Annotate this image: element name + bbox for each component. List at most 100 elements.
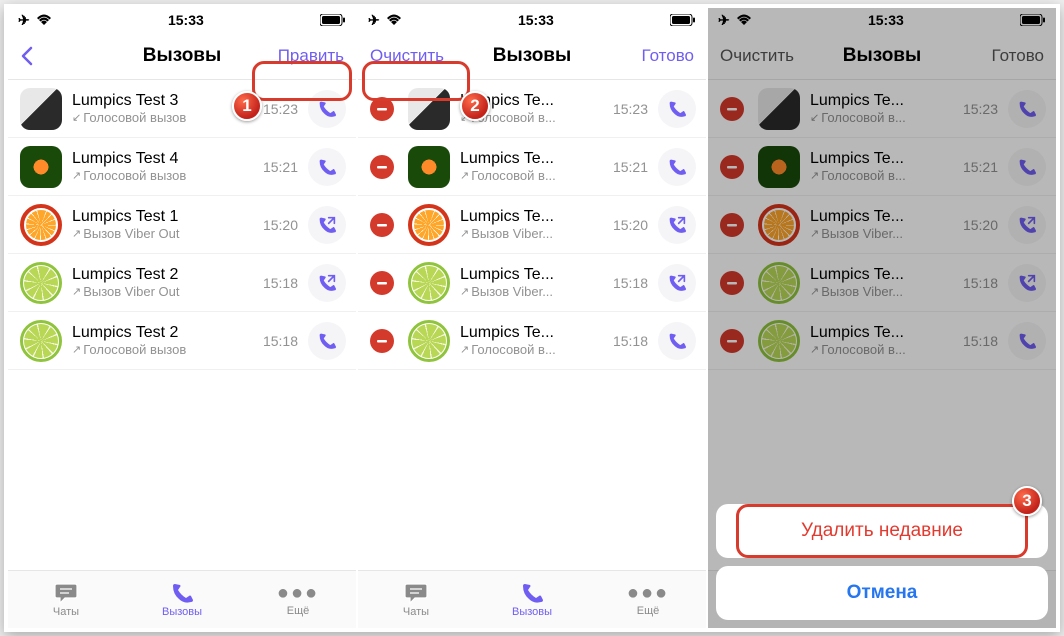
tab-label: Ещё [287,605,310,617]
clear-button[interactable]: Очистить [720,46,808,66]
call-time: 15:18 [613,333,648,349]
tab-label: Вызовы [162,606,202,618]
remove-icon[interactable] [720,329,744,353]
call-list[interactable]: Lumpics Te...↙ Голосовой в...15:23Lumpic… [358,80,706,570]
tab-more[interactable]: ●●● Ещё [240,571,356,628]
tab-chats[interactable]: Чаты [8,571,124,628]
tab-more[interactable]: ●●● Ещё [590,571,706,628]
call-button[interactable] [308,206,346,244]
phone-icon [171,582,193,604]
call-row[interactable]: Lumpics Te...↗ Вызов Viber...15:18 [358,254,706,312]
call-type: ↙ Голосовой вызов [72,110,253,125]
contact-name: Lumpics Te... [810,92,953,110]
call-row[interactable]: Lumpics Test 3↙ Голосовой вызов15:23 [8,80,356,138]
call-button[interactable] [1008,90,1046,128]
call-button[interactable] [1008,206,1046,244]
tab-calls[interactable]: Вызовы [124,571,240,628]
status-time: 15:33 [518,12,554,28]
call-button[interactable] [658,90,696,128]
call-row[interactable]: Lumpics Te...↙ Голосовой в...15:23 [358,80,706,138]
tab-calls[interactable]: Вызовы [474,571,590,628]
call-time: 15:20 [963,217,998,233]
call-row[interactable]: Lumpics Te...↗ Вызов Viber...15:20 [358,196,706,254]
call-button[interactable] [308,90,346,128]
remove-icon[interactable] [720,271,744,295]
call-button[interactable] [658,148,696,186]
edit-button[interactable]: Править [256,46,344,66]
call-button[interactable] [308,322,346,360]
phone-screen-3: ✈︎ 15:33 Очистить Вызовы Готово Lumpics … [708,8,1056,628]
nav-title: Вызовы [458,45,606,67]
contact-info: Lumpics Te...↙ Голосовой в... [810,92,953,125]
chevron-left-icon [20,46,36,66]
remove-icon[interactable] [370,213,394,237]
avatar [20,320,62,362]
call-row[interactable]: Lumpics Te...↗ Голосовой в...15:21 [708,138,1056,196]
call-time: 15:21 [963,159,998,175]
avatar [758,88,800,130]
call-row[interactable]: Lumpics Te...↗ Вызов Viber...15:20 [708,196,1056,254]
remove-icon[interactable] [370,155,394,179]
cancel-button[interactable]: Отмена [716,566,1048,620]
remove-icon[interactable] [720,155,744,179]
contact-info: Lumpics Te...↗ Вызов Viber... [460,208,603,241]
call-row[interactable]: Lumpics Te...↗ Вызов Viber...15:18 [708,254,1056,312]
call-row[interactable]: Lumpics Te...↗ Голосовой в...15:21 [358,138,706,196]
contact-info: Lumpics Te...↗ Голосовой в... [810,324,953,357]
call-button[interactable] [658,206,696,244]
battery-icon [1020,14,1046,26]
call-row[interactable]: Lumpics Test 1↗ Вызов Viber Out15:20 [8,196,356,254]
call-button[interactable] [658,264,696,302]
delete-recents-button[interactable]: Удалить недавние [716,504,1048,558]
chat-icon [404,582,428,604]
call-row[interactable]: Lumpics Te...↗ Голосовой в...15:18 [708,312,1056,370]
back-button[interactable] [20,46,108,66]
contact-name: Lumpics Test 4 [72,150,253,168]
tab-bar: Чаты Вызовы ●●● Ещё [358,570,706,628]
contact-info: Lumpics Te...↗ Голосовой в... [460,150,603,183]
remove-icon[interactable] [370,271,394,295]
call-row[interactable]: Lumpics Test 4↗ Голосовой вызов15:21 [8,138,356,196]
step-badge-1: 1 [232,91,262,121]
wifi-icon [36,14,52,26]
clear-button[interactable]: Очистить [370,46,458,66]
remove-icon[interactable] [720,213,744,237]
contact-info: Lumpics Test 4↗ Голосовой вызов [72,150,253,183]
remove-icon[interactable] [720,97,744,121]
contact-name: Lumpics Te... [460,266,603,284]
battery-icon [670,14,696,26]
contact-name: Lumpics Te... [810,208,953,226]
call-button[interactable] [1008,264,1046,302]
contact-name: Lumpics Te... [460,324,603,342]
done-button[interactable]: Готово [956,46,1044,66]
avatar [758,262,800,304]
remove-icon[interactable] [370,97,394,121]
avatar [20,88,62,130]
tab-label: Чаты [53,606,79,618]
call-button[interactable] [308,148,346,186]
call-row[interactable]: Lumpics Test 2↗ Вызов Viber Out15:18 [8,254,356,312]
phone-icon [521,582,543,604]
nav-bar: Вызовы Править [8,32,356,80]
tab-label: Вызовы [512,606,552,618]
call-type: ↗ Голосовой в... [460,342,603,357]
call-type: ↗ Голосовой в... [810,342,953,357]
call-type: ↗ Вызов Viber... [460,226,603,241]
call-button[interactable] [1008,322,1046,360]
call-time: 15:23 [263,101,298,117]
remove-icon[interactable] [370,329,394,353]
tab-chats[interactable]: Чаты [358,571,474,628]
wifi-icon [736,14,752,26]
call-row[interactable]: Lumpics Te...↗ Голосовой в... 15:18 [358,312,706,370]
call-list[interactable]: Lumpics Test 3↙ Голосовой вызов15:23Lump… [8,80,356,570]
call-button[interactable] [1008,148,1046,186]
call-row[interactable]: Lumpics Te...↙ Голосовой в...15:23 [708,80,1056,138]
done-button[interactable]: Готово [606,46,694,66]
call-button[interactable] [658,322,696,360]
call-time: 15:18 [263,275,298,291]
call-row[interactable]: Lumpics Test 2↗ Голосовой вызов15:18 [8,312,356,370]
call-button[interactable] [308,264,346,302]
call-list: Lumpics Te...↙ Голосовой в...15:23Lumpic… [708,80,1056,570]
wifi-icon [386,14,402,26]
nav-title: Вызовы [808,45,956,67]
